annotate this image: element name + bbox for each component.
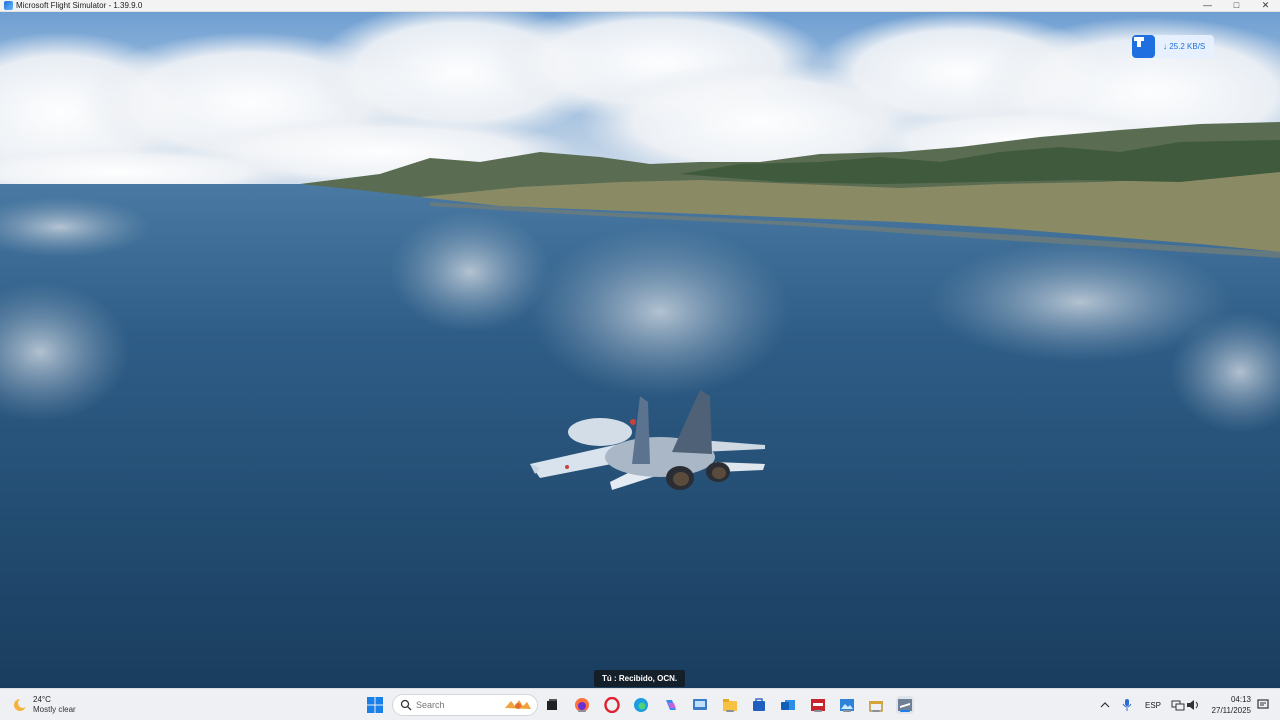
download-speed-badge[interactable]: ↓ 25.2 KB/S	[1132, 35, 1214, 58]
gift-icon[interactable]	[867, 696, 885, 714]
window-titlebar: Microsoft Flight Simulator - 1.39.9.0 — …	[0, 0, 1280, 12]
window-title: Microsoft Flight Simulator - 1.39.9.0	[16, 1, 143, 10]
active-indicator	[900, 710, 910, 712]
minimize-icon[interactable]: —	[1193, 0, 1222, 12]
system-clock[interactable]: 04:13 27/11/2025	[1205, 694, 1251, 716]
active-indicator	[814, 710, 822, 712]
active-indicator	[872, 710, 880, 712]
chat-message-text: Tú : Recibido, OCN.	[602, 674, 678, 683]
control-panel-icon[interactable]	[691, 696, 709, 714]
chat-message: Tú : Recibido, OCN.	[594, 670, 686, 687]
weather-condition: Mostly clear	[33, 705, 76, 714]
taskbar-search[interactable]	[392, 694, 538, 716]
app-red-icon[interactable]	[809, 696, 827, 714]
edge-icon[interactable]	[632, 696, 650, 714]
store-icon[interactable]	[750, 696, 768, 714]
window-controls: — □ ✕	[1193, 0, 1280, 12]
game-scene	[0, 12, 1280, 688]
active-indicator	[843, 710, 851, 712]
copilot-icon[interactable]	[662, 696, 680, 714]
firefox-icon[interactable]	[573, 696, 591, 714]
maximize-icon[interactable]: □	[1222, 0, 1251, 12]
taskbar: 24°C Mostly clear Search ESP 04:13 27/11…	[0, 688, 1280, 720]
game-viewport[interactable]: ↓ 25.2 KB/S Tú : Recibido, OCN.	[0, 12, 1280, 688]
clock-time: 04:13	[1230, 695, 1251, 704]
search-input[interactable]	[416, 700, 496, 710]
opera-icon[interactable]	[603, 696, 621, 714]
download-manager-icon	[1132, 35, 1155, 58]
photos-icon[interactable]	[838, 696, 856, 714]
start-icon[interactable]	[366, 696, 384, 714]
outlook-icon[interactable]	[779, 696, 797, 714]
search-highlight-icon	[505, 700, 531, 709]
flight-sim-icon[interactable]	[896, 696, 914, 714]
weather-temp: 24°C	[33, 695, 51, 704]
weather-widget[interactable]: 24°C Mostly clear	[12, 695, 76, 715]
notification-icon[interactable]	[1254, 696, 1272, 714]
language-indicator[interactable]: ESP	[1145, 701, 1161, 710]
file-explorer-icon[interactable]	[721, 696, 739, 714]
clock-date: 27/11/2025	[1211, 706, 1251, 715]
volume-icon[interactable]	[1184, 696, 1202, 714]
search-icon	[400, 699, 412, 711]
active-indicator	[578, 710, 586, 712]
microphone-icon[interactable]	[1118, 696, 1136, 714]
weather-moon-icon	[14, 698, 28, 711]
app-logo-icon	[4, 1, 13, 10]
task-view-icon[interactable]	[543, 696, 561, 714]
active-indicator	[726, 710, 734, 712]
download-speed-text: ↓ 25.2 KB/S	[1163, 42, 1206, 51]
close-icon[interactable]: ✕	[1251, 0, 1280, 12]
chevron-up-icon[interactable]	[1096, 696, 1114, 714]
